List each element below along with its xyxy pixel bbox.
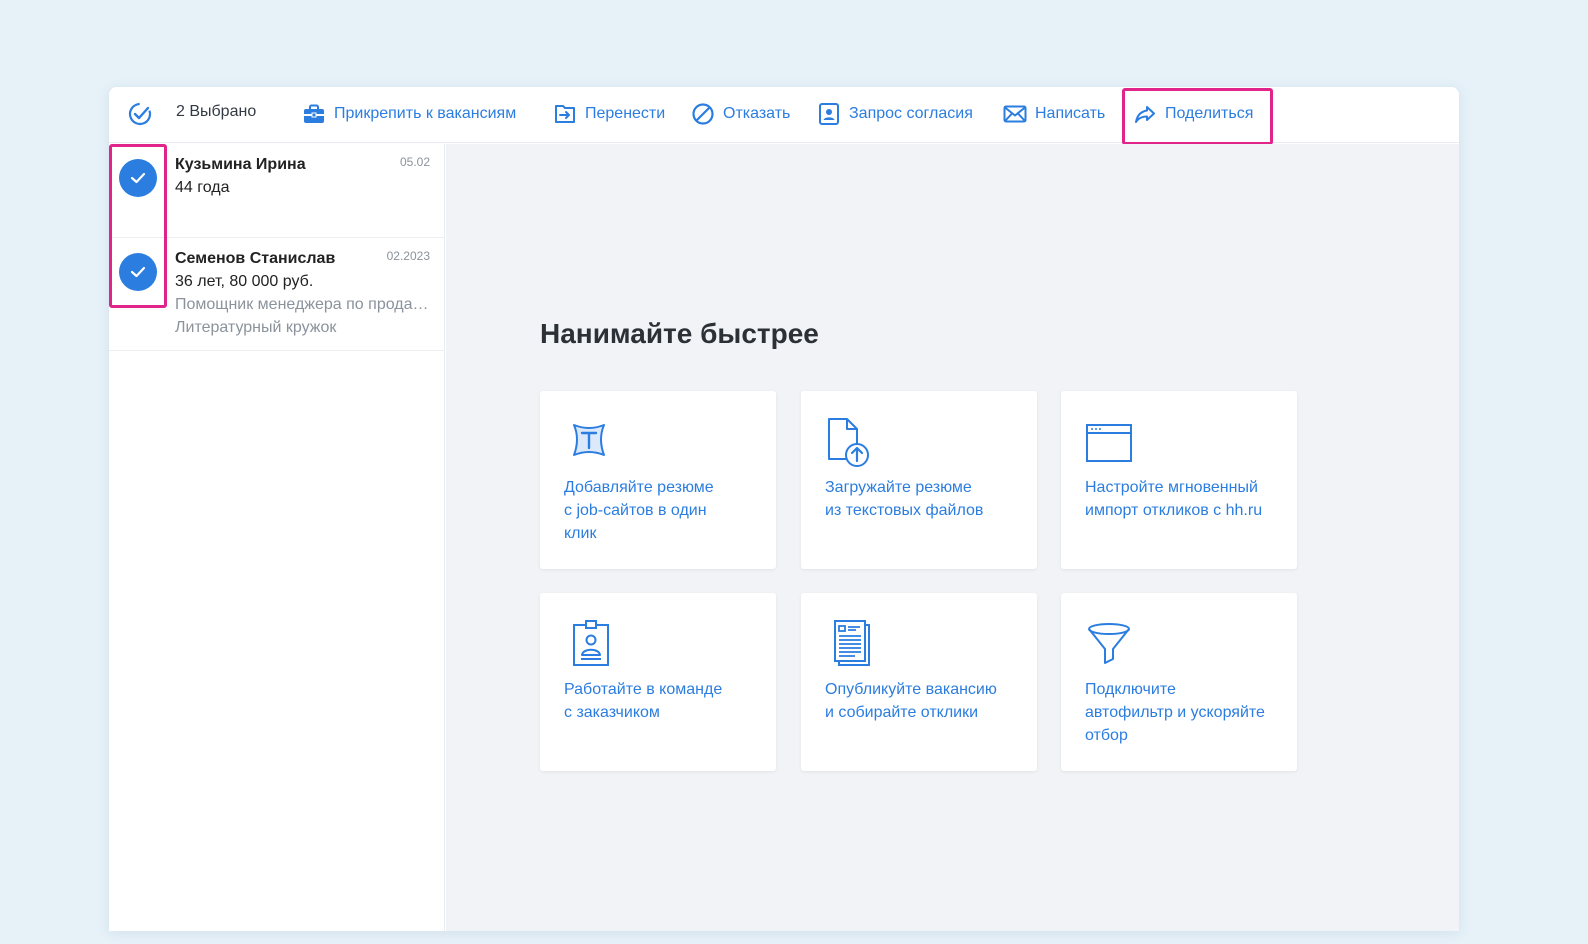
feature-card-upload-files[interactable]: Загружайте резюме из текстовых файлов (801, 391, 1037, 569)
browser-window-icon (1086, 424, 1132, 462)
share-label: Поделиться (1165, 105, 1254, 122)
attach-to-vacancies-button[interactable]: Прикрепить к вакансиям (302, 100, 516, 128)
candidate-row[interactable]: Кузьмина Ирина 05.02 44 года (109, 144, 445, 238)
feature-card-publish-vacancy[interactable]: Опубликуйте вакансию и собирайте отклики (801, 593, 1037, 771)
file-upload-icon (828, 418, 869, 467)
select-all-check-icon[interactable] (127, 101, 153, 127)
candidate-name: Семенов Станислав (175, 250, 336, 267)
app-window: 2 Выбрано Прикрепить к вакансиям Перенес… (109, 87, 1459, 931)
candidate-position: Помощник менеджера по продажам (175, 296, 431, 313)
document-icon (834, 620, 870, 666)
page-title: Нанимайте быстрее (540, 318, 819, 349)
consent-request-label: Запрос согласия (849, 105, 973, 122)
feature-card-text: Загружайте резюме из текстовых файлов (825, 479, 984, 519)
consent-icon (819, 103, 839, 125)
attach-to-vacancies-label: Прикрепить к вакансиям (334, 105, 517, 122)
checkmark-icon (130, 172, 146, 184)
candidate-list: Кузьмина Ирина 05.02 44 года Семенов Ста… (109, 144, 445, 931)
reject-button[interactable]: Отказать (691, 100, 790, 128)
briefcase-icon (304, 104, 324, 123)
write-button[interactable]: Написать (1003, 100, 1105, 128)
consent-request-button[interactable]: Запрос согласия (817, 100, 973, 128)
feature-card-text: Подключите автофильтр и ускоряйте отбор (1085, 681, 1265, 744)
block-icon (692, 103, 714, 125)
feature-card-add-resume[interactable]: Добавляйте резюме с job-сайтов в один кл… (540, 391, 776, 569)
candidate-details: 44 года (175, 179, 230, 196)
move-button[interactable]: Перенести (553, 100, 665, 128)
selected-count: 2 Выбрано (176, 103, 257, 120)
move-label: Перенести (585, 105, 666, 122)
feature-card-text: Работайте в команде с заказчиком (564, 681, 723, 721)
feature-card-teamwork[interactable]: Работайте в команде с заказчиком (540, 593, 776, 771)
badge-icon (573, 620, 609, 666)
candidate-date: 05.02 (399, 155, 430, 169)
feature-card-text: Опубликуйте вакансию и собирайте отклики (825, 681, 997, 721)
move-icon (555, 105, 575, 123)
reject-label: Отказать (723, 105, 791, 122)
feature-card-instant-import[interactable]: Настройте мгновенный импорт откликов с h… (1061, 391, 1297, 569)
checkmark-icon (130, 266, 146, 278)
candidate-row[interactable]: Семенов Станислав 02.2023 36 лет, 80 000… (109, 238, 445, 351)
selection-toolbar: 2 Выбрано Прикрепить к вакансиям Перенес… (109, 87, 1459, 145)
main-panel: Нанимайте быстрее Добавляйте резюме с jo… (446, 144, 1459, 931)
candidate-note: Литературный кружок (175, 319, 337, 336)
feature-card-autofilter[interactable]: Подключите автофильтр и ускоряйте отбор (1061, 593, 1297, 771)
funnel-icon (1088, 623, 1130, 664)
mail-icon (1003, 105, 1027, 123)
share-icon (1135, 106, 1155, 123)
write-label: Написать (1035, 105, 1106, 122)
selected-checkbox[interactable] (119, 253, 157, 291)
share-button[interactable]: Поделиться (1133, 100, 1253, 128)
feature-card-text: Добавляйте резюме с job-сайтов в один кл… (564, 479, 714, 542)
candidate-name: Кузьмина Ирина (175, 156, 306, 173)
selected-checkbox[interactable] (119, 159, 157, 197)
screenshot-frame: 2 Выбрано Прикрепить к вакансиям Перенес… (0, 0, 1588, 944)
candidate-date: 02.2023 (386, 249, 430, 263)
candidate-details: 36 лет, 80 000 руб. (175, 273, 314, 290)
feature-card-text: Настройте мгновенный импорт откликов с h… (1085, 479, 1263, 519)
plugin-t-icon (573, 424, 605, 456)
